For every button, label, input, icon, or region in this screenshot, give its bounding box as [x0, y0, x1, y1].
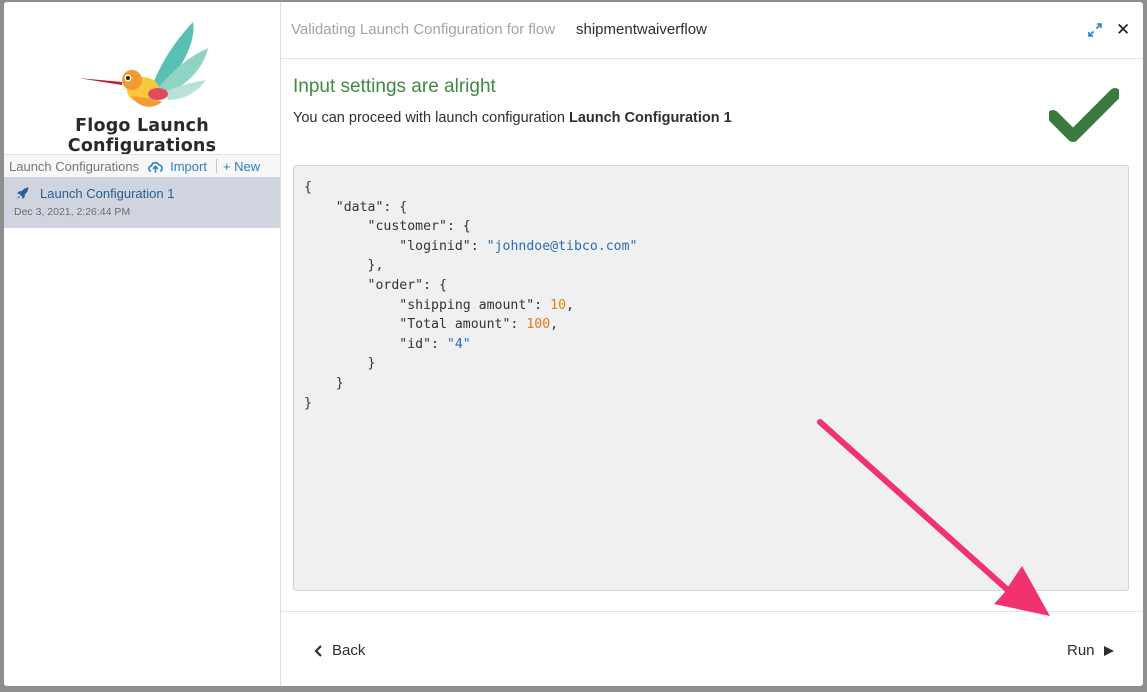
json-line: "Total amount": 100, — [304, 315, 1128, 335]
play-icon — [1103, 645, 1114, 656]
json-line: } — [304, 375, 344, 391]
flow-name: shipmentwaiverflow — [576, 21, 707, 38]
json-preview: { "data": { "customer": { "loginid": "jo… — [293, 165, 1129, 591]
json-key: "id": — [304, 336, 447, 352]
config-name: Launch Configuration 1 — [40, 186, 175, 201]
json-number-value: 100 — [526, 317, 551, 333]
json-line: { — [304, 180, 312, 195]
toolbar-divider — [215, 159, 217, 173]
configurations-toolbar: Launch Configurations Import + New — [4, 154, 280, 178]
back-label: Back — [332, 642, 366, 659]
status-subtitle-prefix: You can proceed with launch configuratio… — [293, 110, 565, 126]
json-number-value: 10 — [550, 297, 567, 313]
json-line: }, — [304, 258, 384, 274]
main-panel: Validating Launch Configuration for flow… — [281, 2, 1143, 686]
json-line: } — [304, 395, 312, 411]
hummingbird-logo — [78, 22, 208, 107]
config-date: Dec 3, 2021, 2:26:44 PM — [14, 206, 131, 218]
json-line: "loginid": "johndoe@tibco.com" — [304, 237, 1128, 257]
expand-icon[interactable] — [1087, 22, 1103, 38]
json-key: "loginid": — [304, 238, 487, 254]
json-string-value: "johndoe@tibco.com" — [486, 238, 638, 254]
json-string-value: "4" — [446, 336, 471, 352]
json-line: "data": { — [304, 199, 408, 215]
rocket-icon — [17, 187, 29, 199]
chevron-left-icon — [314, 644, 322, 657]
json-key: "shipping amount": — [304, 297, 551, 313]
dialog-footer: Back Run — [281, 611, 1143, 686]
json-line: "customer": { — [304, 219, 471, 235]
launch-config-dialog: Flogo Launch Configurations Launch Confi… — [4, 2, 1143, 686]
cloud-upload-icon — [148, 161, 163, 172]
close-icon[interactable]: ✕ — [1116, 20, 1130, 40]
app-title: Flogo Launch Configurations — [67, 116, 217, 156]
status-config-name: Launch Configuration 1 — [568, 110, 732, 126]
dialog-header: Validating Launch Configuration for flow… — [281, 2, 1143, 59]
json-key: "Total amount": — [304, 317, 527, 333]
json-comma: , — [566, 297, 574, 313]
json-line: "order": { — [304, 277, 447, 293]
run-label: Run — [1067, 642, 1095, 659]
back-button[interactable]: Back — [313, 642, 365, 659]
new-config-button[interactable]: + New — [223, 159, 260, 174]
json-line: } — [304, 356, 376, 372]
configurations-heading: Launch Configurations — [9, 158, 140, 174]
sidebar: Flogo Launch Configurations Launch Confi… — [4, 2, 281, 686]
import-button[interactable]: Import — [147, 159, 207, 174]
status-subtitle: You can proceed with launch configuratio… — [293, 110, 732, 126]
launch-config-list-item[interactable]: Launch Configuration 1 Dec 3, 2021, 2:26… — [4, 177, 280, 228]
import-label: Import — [170, 158, 207, 174]
new-label: + New — [222, 158, 261, 174]
checkmark-icon — [1049, 88, 1119, 142]
header-prefix: Validating Launch Configuration for flow — [291, 21, 556, 38]
json-line: "shipping amount": 10, — [304, 296, 1128, 316]
run-button[interactable]: Run — [1067, 642, 1115, 659]
json-comma: , — [550, 317, 559, 333]
status-title: Input settings are alright — [293, 76, 496, 97]
json-line: "id": "4" — [304, 335, 1128, 355]
